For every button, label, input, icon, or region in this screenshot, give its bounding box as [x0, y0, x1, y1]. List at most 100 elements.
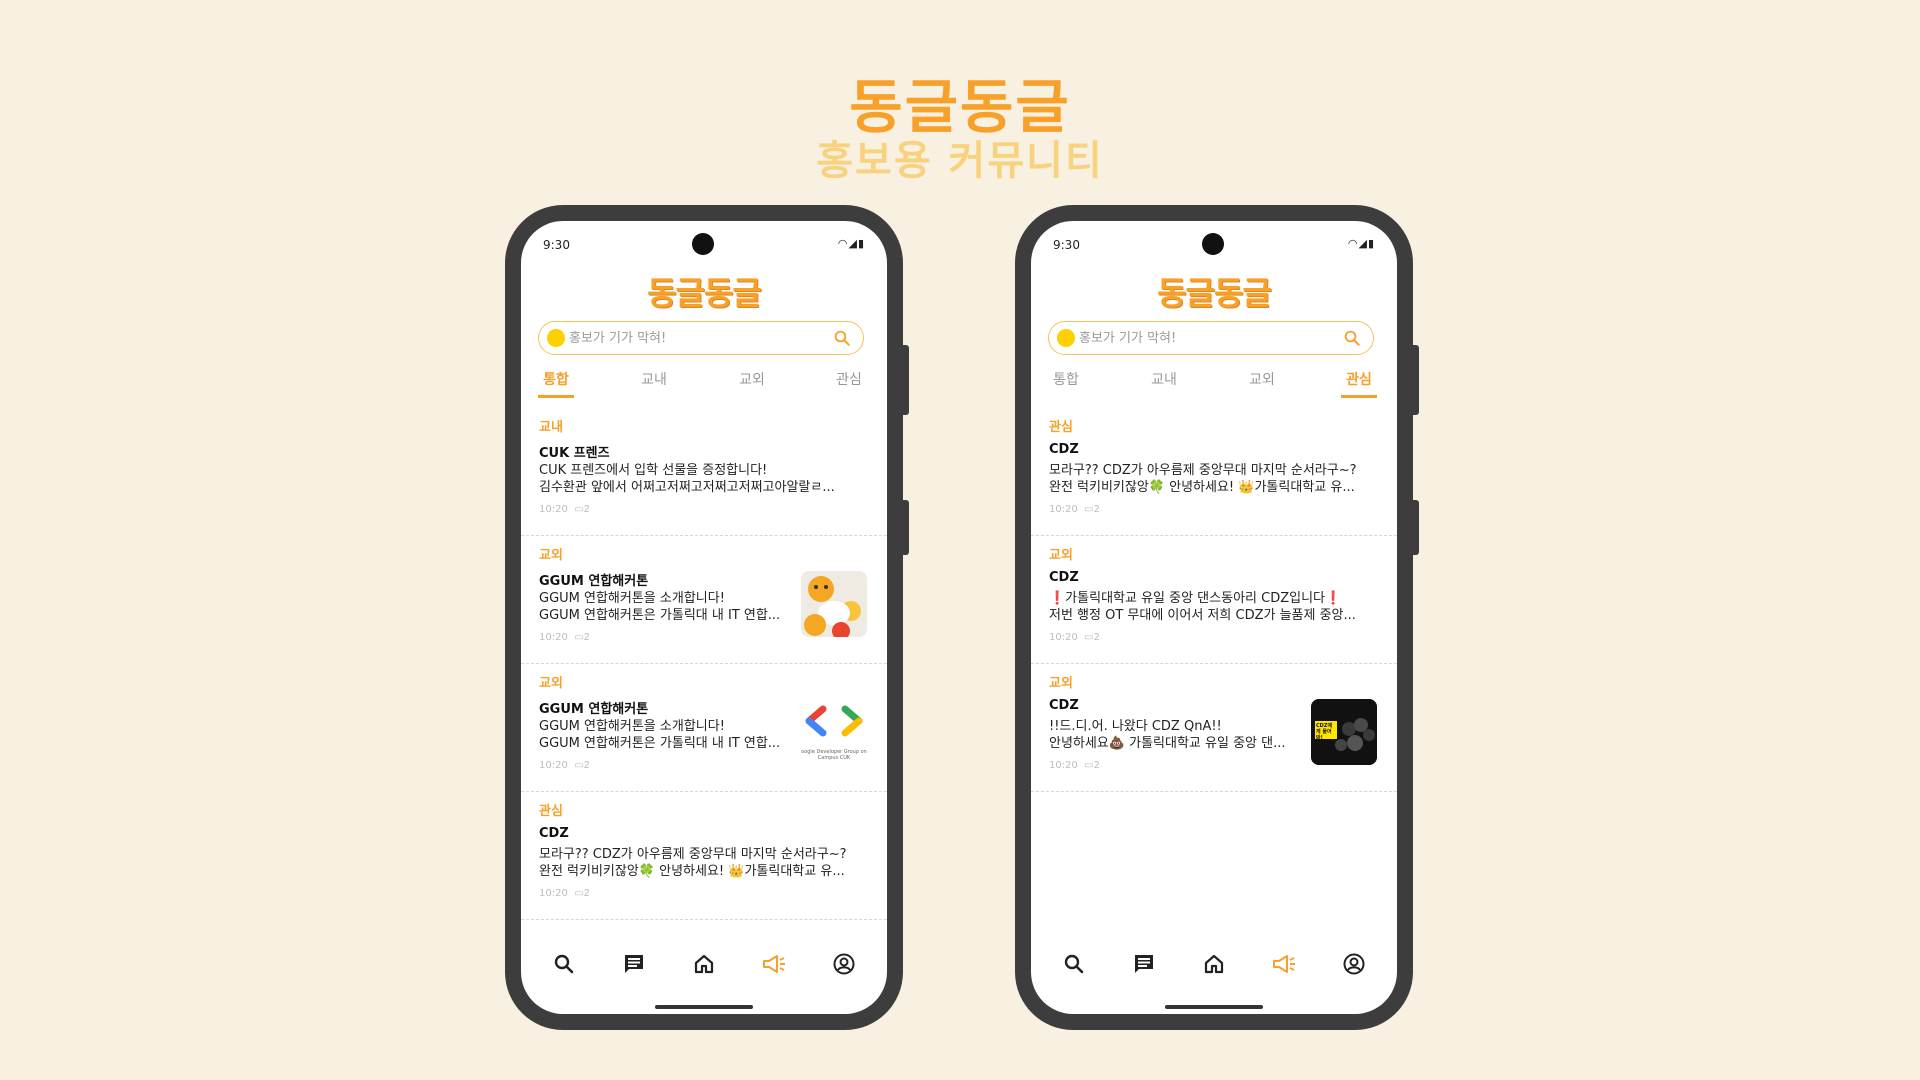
- post-thumbnail: [801, 571, 867, 637]
- post-preview: 완전 럭키비키잖앙🍀 안녕하세요! 👑가톨릭대학교 유...: [1049, 480, 1355, 495]
- profile-icon: [833, 953, 855, 975]
- active-tab-indicator: [1341, 395, 1377, 398]
- list-item[interactable]: 교외 CDZ ❗가톨릭대학교 유일 중앙 댄스동아리 CDZ입니다❗ 저번 행정…: [1031, 536, 1397, 664]
- phone-screen: 9:30 ◠◢▮ 동글동글 통합 교내 교외 관심 교내 CUK 프렌즈 CUK…: [521, 221, 887, 1014]
- front-camera: [692, 233, 714, 255]
- active-tab-indicator: [538, 395, 574, 398]
- home-icon: [1204, 954, 1224, 974]
- post-meta: 10:20 ▭2: [539, 632, 590, 643]
- list-item[interactable]: 관심 CDZ 모라구?? CDZ가 아우름제 중앙무대 마지막 순서라구~? 완…: [1031, 408, 1397, 536]
- list-item[interactable]: 교외 CDZ !!드.디.어. 나왔다 CDZ QnA!! 안녕하세요💩 가톨릭…: [1031, 664, 1397, 792]
- tab-interest[interactable]: 관심: [1329, 369, 1389, 389]
- status-icons: ◠◢▮: [838, 237, 865, 250]
- nav-search[interactable]: [1059, 949, 1089, 979]
- list-item[interactable]: 관심 CDZ 모라구?? CDZ가 아우름제 중앙무대 마지막 순서라구~? 완…: [521, 792, 887, 920]
- megaphone-icon: [763, 955, 785, 973]
- post-time: 10:20: [539, 632, 568, 643]
- thumbnail-caption: oogle Developer Group on Campus CUK: [801, 749, 867, 761]
- comment-count: 2: [1093, 760, 1101, 771]
- nav-search[interactable]: [549, 949, 579, 979]
- search-icon[interactable]: [833, 329, 851, 347]
- post-preview: 저번 행정 OT 무대에 이어서 저희 CDZ가 늘품제 중앙...: [1049, 608, 1356, 623]
- post-author: CDZ: [1049, 698, 1079, 713]
- status-time: 9:30: [1053, 238, 1080, 252]
- signal-icon: ◢: [848, 237, 858, 250]
- power-button: [1413, 345, 1419, 415]
- post-category: 관심: [539, 804, 563, 819]
- comment-icon: ▭: [574, 888, 584, 899]
- search-input[interactable]: [1079, 328, 1329, 348]
- post-category: 교외: [1049, 676, 1073, 691]
- search-icon: [1064, 954, 1084, 974]
- bottom-nav: [1031, 941, 1397, 991]
- board-icon: [1135, 955, 1153, 973]
- tab-on-campus[interactable]: 교내: [624, 369, 684, 389]
- list-item[interactable]: 교외 GGUM 연합해커톤 GGUM 연합해커톤을 소개합니다! GGUM 연합…: [521, 536, 887, 664]
- nav-home[interactable]: [1199, 949, 1229, 979]
- post-author: CDZ: [1049, 442, 1079, 457]
- post-meta: 10:20 ▭2: [1049, 504, 1100, 515]
- nav-promotion[interactable]: [759, 949, 789, 979]
- app-logo: 동글동글: [1157, 274, 1272, 312]
- comment-count: 2: [583, 632, 591, 643]
- tab-interest[interactable]: 관심: [819, 369, 879, 389]
- post-time: 10:20: [1049, 504, 1078, 515]
- post-meta: 10:20 ▭2: [1049, 760, 1100, 771]
- comment-count: 2: [583, 760, 591, 771]
- status-time: 9:30: [543, 238, 570, 252]
- nav-board[interactable]: [619, 949, 649, 979]
- post-time: 10:20: [539, 504, 568, 515]
- search-bar[interactable]: [1048, 321, 1374, 355]
- comment-count: 2: [583, 504, 591, 515]
- search-input[interactable]: [569, 328, 819, 348]
- home-indicator: [1165, 1005, 1263, 1009]
- nav-promotion[interactable]: [1269, 949, 1299, 979]
- post-meta: 10:20 ▭2: [539, 504, 590, 515]
- search-icon[interactable]: [1343, 329, 1361, 347]
- post-meta: 10:20 ▭2: [539, 760, 590, 771]
- phone-mockup-left: 9:30 ◠◢▮ 동글동글 통합 교내 교외 관심 교내 CUK 프렌즈 CUK…: [505, 205, 909, 1030]
- phone-screen: 9:30 ◠◢▮ 동글동글 통합 교내 교외 관심 관심 CDZ 모라구?? C…: [1031, 221, 1397, 1014]
- tab-off-campus[interactable]: 교외: [722, 369, 782, 389]
- comment-icon: ▭: [574, 504, 584, 515]
- comment-count: 2: [1093, 632, 1101, 643]
- post-category: 관심: [1049, 420, 1073, 435]
- list-item[interactable]: 교외 GGUM 연합해커톤 GGUM 연합해커톤을 소개합니다! GGUM 연합…: [521, 664, 887, 792]
- tab-all[interactable]: 통합: [1036, 369, 1096, 389]
- app-logo: 동글동글: [647, 274, 762, 312]
- post-preview: GGUM 연합해커톤은 가톨릭대 내 IT 연합...: [539, 608, 781, 623]
- megaphone-icon: [1273, 955, 1295, 973]
- battery-icon: ▮: [1367, 237, 1375, 250]
- post-author: CDZ: [1049, 570, 1079, 585]
- nav-profile[interactable]: [829, 949, 859, 979]
- power-button: [903, 345, 909, 415]
- comment-icon: ▭: [574, 760, 584, 771]
- post-time: 10:20: [539, 760, 568, 771]
- nav-profile[interactable]: [1339, 949, 1369, 979]
- tab-off-campus[interactable]: 교외: [1232, 369, 1292, 389]
- comment-icon: ▭: [574, 632, 584, 643]
- volume-button: [1413, 500, 1419, 555]
- tab-on-campus[interactable]: 교내: [1134, 369, 1194, 389]
- post-time: 10:20: [1049, 760, 1078, 771]
- search-emoji-icon: [547, 329, 565, 347]
- list-item[interactable]: 교내 CUK 프렌즈 CUK 프렌즈에서 입학 선물을 증정합니다! 김수환관 …: [521, 408, 887, 536]
- battery-icon: ▮: [857, 237, 865, 250]
- category-tabs: 통합 교내 교외 관심: [1031, 369, 1397, 398]
- post-category: 교외: [539, 548, 563, 563]
- post-time: 10:20: [539, 888, 568, 899]
- post-thumbnail: CDZ에게 물어봐!: [1311, 699, 1377, 765]
- nav-board[interactable]: [1129, 949, 1159, 979]
- nav-home[interactable]: [689, 949, 719, 979]
- comment-count: 2: [1093, 504, 1101, 515]
- search-bar[interactable]: [538, 321, 864, 355]
- post-meta: 10:20 ▭2: [539, 888, 590, 899]
- post-category: 교외: [1049, 548, 1073, 563]
- home-indicator: [655, 1005, 753, 1009]
- search-icon: [554, 954, 574, 974]
- post-preview: 안녕하세요💩 가톨릭대학교 유일 중앙 댄...: [1049, 736, 1286, 751]
- post-meta: 10:20 ▭2: [1049, 632, 1100, 643]
- gdsc-logo-image: [805, 705, 863, 737]
- tab-all[interactable]: 통합: [526, 369, 586, 389]
- post-author: CDZ: [539, 826, 569, 841]
